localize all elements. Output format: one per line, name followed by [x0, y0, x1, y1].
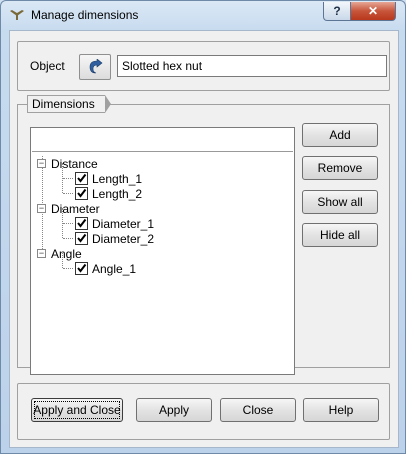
dimensions-tree: − Distance Length_1 Length_2 − Diameter …: [31, 152, 294, 374]
object-label: Object: [30, 59, 65, 73]
object-name-field[interactable]: Slotted hex nut: [117, 55, 387, 77]
object-group: Object Slotted hex nut: [17, 41, 390, 91]
apply-and-close-label: Apply and Close: [33, 403, 121, 417]
question-icon: ?: [333, 4, 341, 18]
tree-item-diameter-2[interactable]: Diameter_2: [75, 231, 154, 246]
tree-group-angle[interactable]: − Angle: [37, 246, 82, 261]
tree-item-label: Angle_1: [92, 261, 137, 276]
help-title-button[interactable]: ?: [323, 2, 351, 21]
apply-label: Apply: [158, 403, 190, 417]
tree-leaf-connector: [63, 178, 73, 179]
checkbox-checked-icon[interactable]: [75, 217, 88, 230]
add-button[interactable]: Add: [302, 123, 378, 147]
app-icon: [10, 10, 24, 20]
checkbox-checked-icon[interactable]: [75, 187, 88, 200]
tree-item-diameter-1[interactable]: Diameter_1: [75, 216, 154, 231]
hide-all-button[interactable]: Hide all: [302, 223, 378, 247]
tree-item-length-1[interactable]: Length_1: [75, 171, 142, 186]
tree-item-label: Length_2: [92, 186, 143, 201]
dimensions-tab[interactable]: Dimensions: [27, 95, 111, 113]
pick-arrow-icon: [89, 59, 103, 74]
tree-leaf-connector: [63, 268, 73, 269]
tree-leaf-connector: [63, 238, 73, 239]
apply-and-close-button[interactable]: Apply and Close: [31, 398, 123, 422]
tree-group-label: Angle: [51, 246, 82, 261]
pick-object-button[interactable]: [79, 54, 111, 80]
collapse-icon[interactable]: −: [37, 159, 46, 168]
checkbox-checked-icon[interactable]: [75, 172, 88, 185]
tree-item-angle-1[interactable]: Angle_1: [75, 261, 136, 276]
close-icon: ✕: [367, 4, 379, 18]
apply-button[interactable]: Apply: [136, 398, 212, 422]
tree-item-length-2[interactable]: Length_2: [75, 186, 142, 201]
collapse-icon[interactable]: −: [37, 249, 46, 258]
tree-item-label: Diameter_2: [92, 231, 155, 246]
tree-item-label: Diameter_1: [92, 216, 155, 231]
tree-group-diameter[interactable]: − Diameter: [37, 201, 100, 216]
help-button[interactable]: Help: [303, 398, 379, 422]
tree-group-label: Diameter: [51, 201, 100, 216]
checkbox-checked-icon[interactable]: [75, 232, 88, 245]
show-all-button[interactable]: Show all: [302, 190, 378, 214]
dialog-window: Manage dimensions ? ✕ Object Slotted hex…: [0, 0, 406, 454]
remove-button[interactable]: Remove: [302, 156, 378, 180]
window-title: Manage dimensions: [31, 8, 139, 22]
tree-group-label: Distance: [51, 156, 98, 171]
close-button[interactable]: Close: [220, 398, 296, 422]
tree-group-distance[interactable]: − Distance: [37, 156, 98, 171]
title-bar[interactable]: Manage dimensions ? ✕: [1, 1, 405, 29]
tree-leaf-connector: [63, 223, 73, 224]
collapse-icon[interactable]: −: [37, 204, 46, 213]
tree-header: [32, 129, 293, 152]
tree-leaf-connector: [63, 193, 73, 194]
close-label: Close: [242, 403, 274, 417]
dialog-client-area: Object Slotted hex nut Dimensions − Dist…: [9, 30, 399, 448]
dimensions-tree-view[interactable]: − Distance Length_1 Length_2 − Diameter …: [30, 127, 295, 375]
tree-item-label: Length_1: [92, 171, 143, 186]
checkbox-checked-icon[interactable]: [75, 262, 88, 275]
close-window-button[interactable]: ✕: [350, 2, 396, 21]
help-label: Help: [328, 403, 354, 417]
